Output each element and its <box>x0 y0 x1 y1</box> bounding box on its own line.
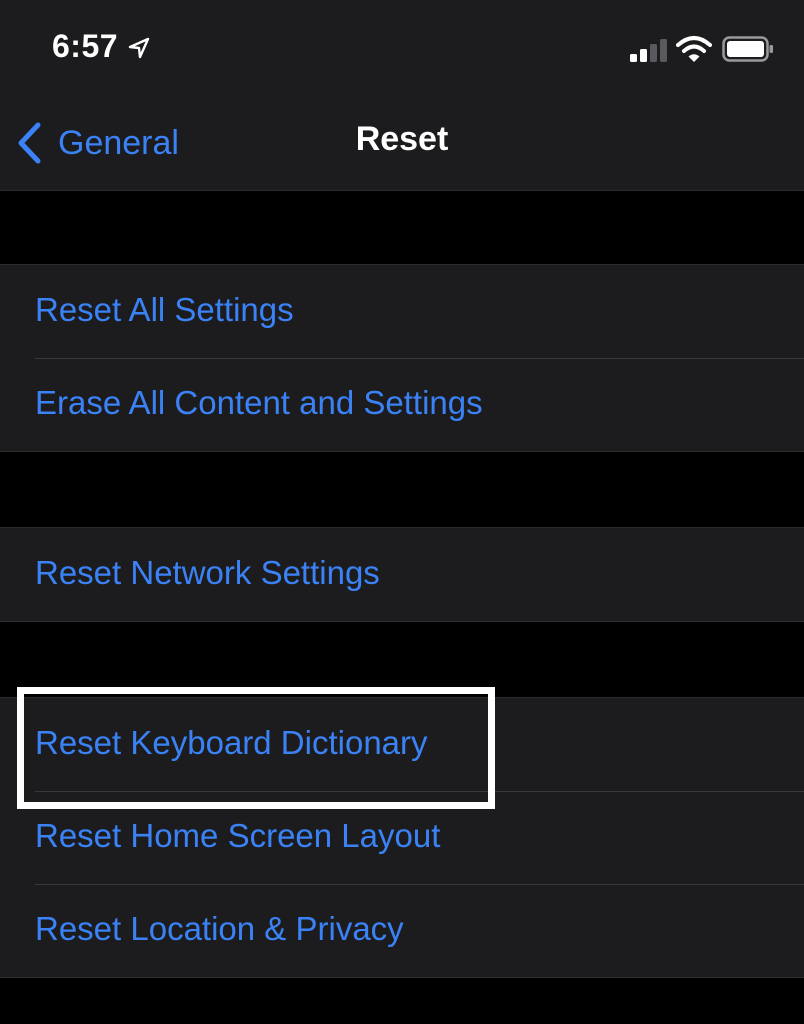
reset-home-screen-layout-label: Reset Home Screen Layout <box>35 817 441 854</box>
reset-keyboard-dictionary-row[interactable]: Reset Keyboard Dictionary <box>0 698 804 791</box>
reset-network-settings-row[interactable]: Reset Network Settings <box>0 528 804 621</box>
reset-home-screen-layout-row[interactable]: Reset Home Screen Layout <box>0 791 804 884</box>
battery-icon <box>722 36 773 62</box>
reset-group-2: Reset Network Settings <box>0 527 804 622</box>
top-bar: 6:57 General Reset <box>0 0 804 191</box>
cellular-signal-icon <box>630 39 667 62</box>
page-title: Reset <box>355 120 449 158</box>
location-arrow-icon <box>128 37 150 59</box>
reset-location-privacy-row[interactable]: Reset Location & Privacy <box>0 884 804 977</box>
wifi-icon <box>676 36 712 62</box>
status-bar: 6:57 <box>0 0 804 100</box>
reset-group-1: Reset All Settings Erase All Content and… <box>0 264 804 452</box>
reset-network-settings-label: Reset Network Settings <box>35 554 380 591</box>
reset-keyboard-dictionary-label: Reset Keyboard Dictionary <box>35 724 428 761</box>
reset-all-settings-label: Reset All Settings <box>35 291 294 328</box>
reset-location-privacy-label: Reset Location & Privacy <box>35 910 404 947</box>
erase-all-content-row[interactable]: Erase All Content and Settings <box>0 358 804 451</box>
erase-all-content-label: Erase All Content and Settings <box>35 384 483 421</box>
status-time: 6:57 <box>52 28 119 64</box>
reset-all-settings-row[interactable]: Reset All Settings <box>0 265 804 358</box>
navigation-bar: General Reset <box>0 100 804 190</box>
reset-group-3: Reset Keyboard Dictionary Reset Home Scr… <box>0 697 804 978</box>
